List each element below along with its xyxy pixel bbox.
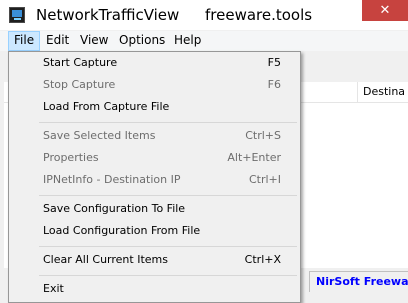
menu-item-label: Load Configuration From File — [43, 224, 201, 237]
menu-item-shortcut: Ctrl+I — [248, 173, 281, 186]
nirsoft-link[interactable]: NirSoft Freeware — [309, 271, 408, 292]
menu-item-shortcut: Ctrl+X — [244, 253, 281, 266]
app-icon[interactable] — [9, 7, 25, 23]
menu-item-shortcut: Alt+Enter — [227, 151, 281, 164]
menu-item-load-configuration[interactable]: Load Configuration From File — [10, 220, 299, 242]
title-bar[interactable]: NetworkTrafficView freeware.tools ✕ — [0, 0, 408, 30]
menu-help[interactable]: Help — [168, 31, 207, 51]
menu-item-label: Exit — [43, 282, 64, 295]
menu-item-save-configuration[interactable]: Save Configuration To File — [10, 198, 299, 220]
menu-item-label: Properties — [43, 151, 99, 164]
menu-options[interactable]: Options — [113, 31, 171, 51]
window-title-suffix: freeware.tools — [205, 6, 313, 24]
menu-item-stop-capture[interactable]: Stop Capture F6 — [10, 74, 299, 96]
menu-item-shortcut: F6 — [267, 78, 281, 91]
menu-item-shortcut: Ctrl+S — [245, 129, 281, 142]
menu-item-exit[interactable]: Exit — [10, 278, 299, 300]
app-window: NetworkTrafficView freeware.tools ✕ File… — [0, 0, 408, 303]
menu-item-clear-all[interactable]: Clear All Current Items Ctrl+X — [10, 249, 299, 271]
menu-item-load-capture-file[interactable]: Load From Capture File — [10, 96, 299, 118]
menu-item-shortcut: F5 — [267, 56, 281, 69]
menu-bar: File Edit View Options Help — [0, 31, 408, 51]
menu-item-label: Clear All Current Items — [43, 253, 168, 266]
menu-item-save-selected[interactable]: Save Selected Items Ctrl+S — [10, 125, 299, 147]
menu-item-label: Load From Capture File — [43, 100, 170, 113]
menu-item-label: Save Configuration To File — [43, 202, 186, 215]
menu-file[interactable]: File — [8, 31, 41, 51]
menu-separator — [39, 195, 297, 196]
menu-view[interactable]: View — [74, 31, 114, 51]
menu-item-properties[interactable]: Properties Alt+Enter — [10, 147, 299, 169]
menu-item-label: Start Capture — [43, 56, 118, 69]
menu-item-start-capture[interactable]: Start Capture F5 — [10, 52, 299, 74]
column-header-destination[interactable]: Destina — [357, 82, 408, 103]
menu-edit[interactable]: Edit — [40, 31, 75, 51]
menu-item-label: IPNetInfo - Destination IP — [43, 173, 181, 186]
window-title: NetworkTrafficView — [36, 6, 180, 24]
menu-separator — [39, 275, 297, 276]
menu-item-label: Save Selected Items — [43, 129, 156, 142]
menu-item-label: Stop Capture — [43, 78, 116, 91]
file-menu-dropdown: Start Capture F5 Stop Capture F6 Load Fr… — [8, 51, 301, 303]
menu-separator — [39, 246, 297, 247]
menu-item-ipnetinfo[interactable]: IPNetInfo - Destination IP Ctrl+I — [10, 169, 299, 191]
close-icon[interactable]: ✕ — [362, 0, 408, 21]
menu-separator — [39, 122, 297, 123]
